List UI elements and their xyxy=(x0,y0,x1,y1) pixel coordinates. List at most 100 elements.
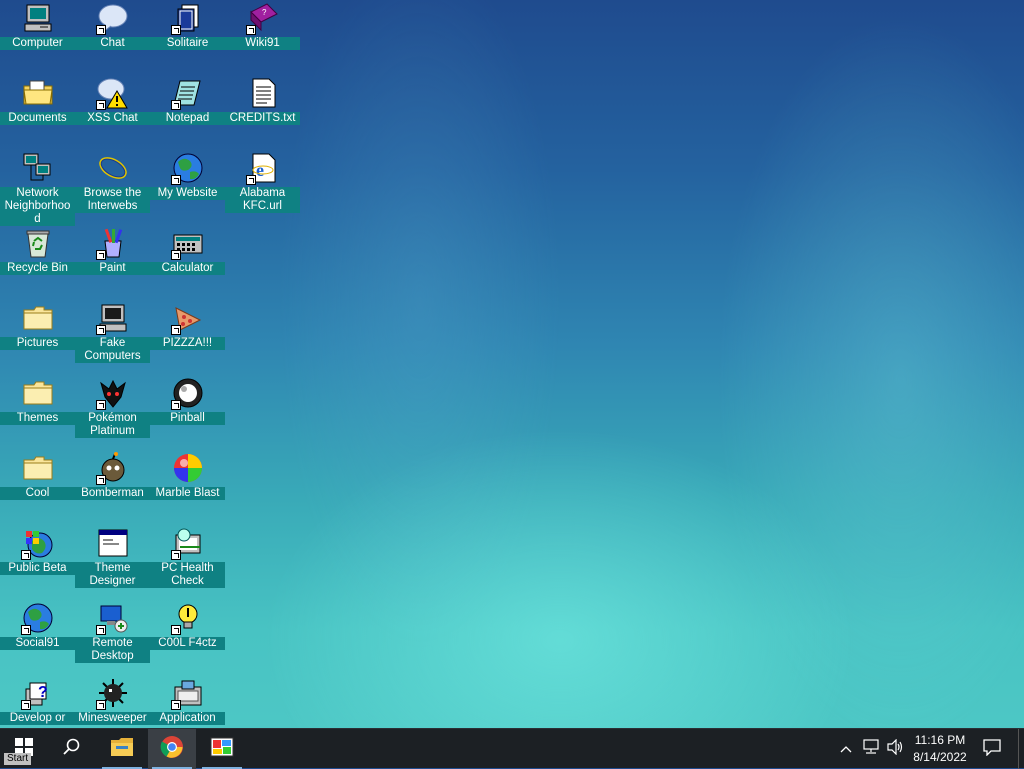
desktop-icon-remote-desktop[interactable]: Remote Desktop xyxy=(75,600,150,675)
desktop-icon-credits-txt[interactable]: CREDITS.txt xyxy=(225,75,300,150)
desktop-icon-bomberman[interactable]: Bomberman xyxy=(75,450,150,525)
paint-icon xyxy=(95,227,129,260)
shortcut-arrow-icon xyxy=(170,550,181,560)
desktop-icon-xss-chat[interactable]: XSS Chat xyxy=(75,75,150,150)
shortcut-arrow-icon xyxy=(170,625,181,635)
windows-globe-icon xyxy=(20,527,54,560)
desktop-icon-label: Documents xyxy=(0,112,75,125)
desktop-icon-pizzza[interactable]: PIZZZA!!! xyxy=(150,300,225,375)
desktop: Computer Documents Network Neighborhood … xyxy=(0,0,1024,728)
desktop-icon-fake-computers[interactable]: Fake Computers xyxy=(75,300,150,375)
taskbar-chrome[interactable] xyxy=(148,729,196,769)
desktop-icon-pokemon-platinum[interactable]: Pokémon Platinum xyxy=(75,375,150,450)
folder-icon xyxy=(22,377,54,409)
desktop-icon-recycle-bin[interactable]: Recycle Bin xyxy=(0,225,75,300)
shortcut-arrow-icon xyxy=(170,250,181,260)
desktop-icon-label: Recycle Bin xyxy=(0,262,75,275)
mine-icon xyxy=(95,677,129,710)
desktop-icon-wiki91[interactable]: ? Wiki91 xyxy=(225,0,300,75)
desktop-icon-label: CREDITS.txt xyxy=(225,112,300,125)
clock-time: 11:16 PM xyxy=(914,733,966,747)
desktop-icon-label: Application xyxy=(150,712,225,725)
shortcut-arrow-icon xyxy=(95,325,106,335)
desktop-icon-label: Alabama KFC.url xyxy=(225,187,300,213)
pizza-icon xyxy=(170,302,204,335)
desktop-icon-pinball[interactable]: Pinball xyxy=(150,375,225,450)
shortcut-arrow-icon xyxy=(245,25,256,35)
desktop-icon-my-website[interactable]: My Website xyxy=(150,150,225,225)
remote-desktop-icon xyxy=(95,602,129,635)
desktop-icon-label: Theme Designer xyxy=(75,562,150,588)
desktop-icon-label: C00L F4ctz xyxy=(150,637,225,650)
search-button[interactable] xyxy=(48,729,96,769)
desktop-icon-theme-designer[interactable]: Theme Designer xyxy=(75,525,150,600)
wiki-book-icon: ? xyxy=(245,2,279,35)
desktop-icon-label: Paint xyxy=(75,262,150,275)
file-explorer-icon xyxy=(110,737,134,762)
desktop-icon-documents[interactable]: Documents xyxy=(0,75,75,150)
desktop-icon-cool-facts[interactable]: C00L F4ctz xyxy=(150,600,225,675)
action-center-button[interactable] xyxy=(978,729,1006,769)
desktop-icon-public-beta[interactable]: Public Beta xyxy=(0,525,75,600)
shortcut-arrow-icon xyxy=(95,700,106,710)
window-app-icon xyxy=(97,527,129,559)
notepad-icon xyxy=(170,77,204,110)
svg-text:?: ? xyxy=(262,8,267,17)
shortcut-arrow-icon xyxy=(95,250,106,260)
desktop-icon-computer[interactable]: Computer xyxy=(0,0,75,75)
desktop-icon-notepad[interactable]: Notepad xyxy=(150,75,225,150)
desktop-icon-themes[interactable]: Themes xyxy=(0,375,75,450)
desktop-icon-network-neighborhood[interactable]: Network Neighborhood xyxy=(0,150,75,226)
shortcut-arrow-icon xyxy=(170,100,181,110)
chevron-up-icon xyxy=(840,740,852,758)
pinball-icon xyxy=(170,377,204,410)
desktop-icon-label: Computer xyxy=(0,37,75,50)
desktop-icon-social91[interactable]: Social91 xyxy=(0,600,75,675)
desktop-icon-chat[interactable]: Chat xyxy=(75,0,150,75)
shortcut-arrow-icon xyxy=(95,475,106,485)
show-desktop-button[interactable] xyxy=(1018,729,1024,769)
shortcut-arrow-icon xyxy=(95,400,106,410)
desktop-icon-label: XSS Chat xyxy=(75,112,150,125)
desktop-icon-label: Cool xyxy=(0,487,75,500)
shortcut-arrow-icon xyxy=(170,400,181,410)
desktop-icon-pictures[interactable]: Pictures xyxy=(0,300,75,375)
tray-network[interactable] xyxy=(860,729,882,769)
shortcut-arrow-icon xyxy=(170,25,181,35)
desktop-icon-label: Minesweeper xyxy=(75,712,150,725)
tray-show-hidden[interactable] xyxy=(836,729,856,769)
desktop-icon-label: Browse the Interwebs xyxy=(75,187,150,213)
desktop-icon-label: Themes xyxy=(0,412,75,425)
pokemon-icon xyxy=(95,377,129,410)
desktop-icon-label: Marble Blast xyxy=(150,487,225,500)
svg-text:e: e xyxy=(256,160,264,180)
shortcut-arrow-icon xyxy=(20,625,31,635)
desktop-icon-calculator[interactable]: Calculator xyxy=(150,225,225,300)
folder-icon xyxy=(22,302,54,334)
taskbar-clock[interactable]: 11:16 PM 8/14/2022 xyxy=(898,732,982,766)
desktop-icon-label: Calculator xyxy=(150,262,225,275)
desktop-icon-paint[interactable]: Paint xyxy=(75,225,150,300)
desktop-icon-label: PIZZZA!!! xyxy=(150,337,225,350)
taskbar-paint-app[interactable] xyxy=(198,729,246,769)
desktop-icon-label: Bomberman xyxy=(75,487,150,500)
desktop-icon-cool[interactable]: Cool xyxy=(0,450,75,525)
desktop-icon-label: Fake Computers xyxy=(75,337,150,363)
desktop-icon-pc-health-check[interactable]: PC Health Check xyxy=(150,525,225,600)
start-button[interactable]: Start xyxy=(0,729,48,769)
shortcut-arrow-icon xyxy=(95,100,106,110)
desktop-icon-label: Wiki91 xyxy=(225,37,300,50)
chat-icon xyxy=(95,2,129,35)
shortcut-arrow-icon xyxy=(170,325,181,335)
shortcut-arrow-icon xyxy=(170,700,181,710)
desktop-icon-marble-blast[interactable]: Marble Blast xyxy=(150,450,225,525)
globe-icon xyxy=(20,602,54,635)
desktop-icon-label: Pokémon Platinum xyxy=(75,412,150,438)
computer-icon xyxy=(22,2,54,34)
taskbar-file-explorer[interactable] xyxy=(98,729,146,769)
desktop-icon-solitaire[interactable]: Solitaire xyxy=(150,0,225,75)
desktop-icon-label: Network Neighborhood xyxy=(0,187,75,226)
desktop-icon-alabama-kfc-url[interactable]: e Alabama KFC.url xyxy=(225,150,300,225)
desktop-icon-browse-the-interwebs[interactable]: Browse the Interwebs xyxy=(75,150,150,225)
network-icon xyxy=(22,152,54,184)
